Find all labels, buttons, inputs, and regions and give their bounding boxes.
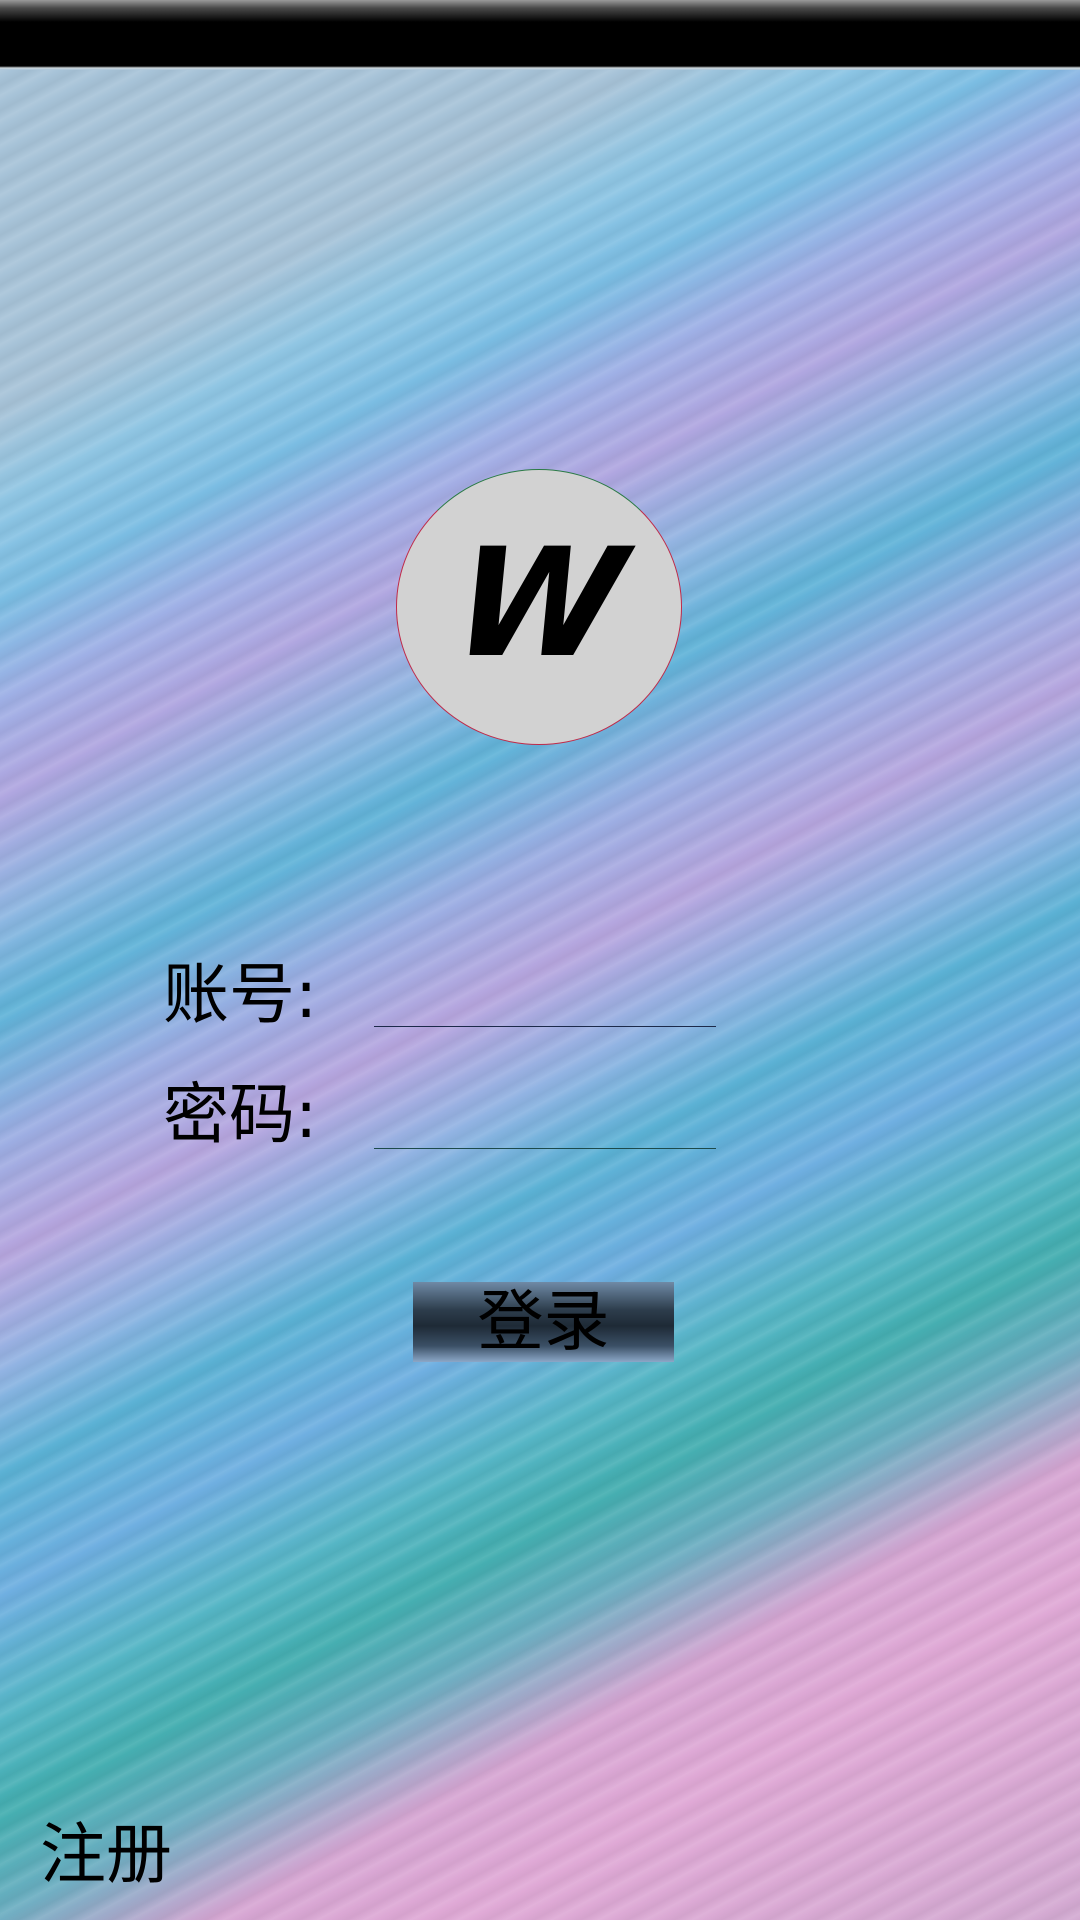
login-screen: W 账号: 密码: 登录 注册: [0, 0, 1080, 1920]
login-button-label: 登录: [477, 1283, 610, 1360]
login-content: W 账号: 密码: 登录 注册: [0, 0, 1080, 1920]
register-link[interactable]: 注册: [40, 1822, 172, 1888]
password-label: 密码:: [163, 1076, 318, 1153]
status-bar: [0, 0, 1080, 70]
password-input[interactable]: [374, 1078, 716, 1149]
account-input[interactable]: [374, 956, 716, 1027]
logo-letter: W: [444, 517, 634, 691]
login-button[interactable]: 登录: [413, 1282, 674, 1362]
account-label: 账号:: [163, 956, 318, 1033]
app-logo: W: [396, 469, 682, 745]
